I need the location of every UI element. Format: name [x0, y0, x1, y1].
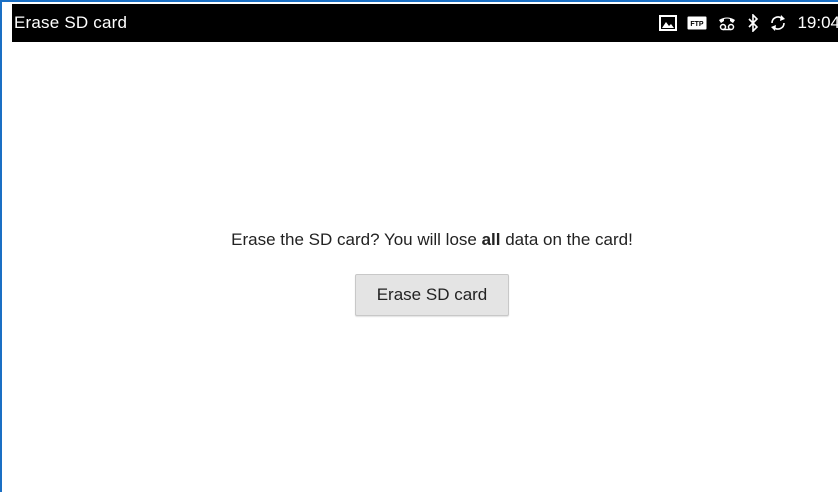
erase-warning-message: Erase the SD card? You will lose all dat… — [12, 230, 838, 250]
message-text-start: Erase the SD card? You will lose — [231, 230, 482, 249]
sync-icon — [769, 14, 787, 32]
button-row: Erase SD card — [12, 274, 838, 316]
bluetooth-icon — [747, 14, 759, 32]
svg-text:FTP: FTP — [691, 21, 705, 28]
left-gutter — [4, 4, 12, 494]
clock: 19:04 — [797, 13, 838, 32]
status-icons: FTP 19:04 — [659, 4, 838, 42]
voicemail-icon — [717, 14, 737, 32]
window-title: Erase SD card — [14, 13, 128, 32]
ftp-icon: FTP — [687, 14, 707, 32]
app-window: Erase SD card FTP 19:04 Erase the SD car… — [0, 0, 838, 494]
main-content: Erase the SD card? You will lose all dat… — [12, 42, 838, 494]
message-text-end: data on the card! — [500, 230, 633, 249]
message-emphasis: all — [481, 230, 501, 249]
picture-icon — [659, 14, 678, 32]
erase-sd-card-button[interactable]: Erase SD card — [355, 274, 509, 316]
status-bar: Erase SD card FTP 19:04 — [12, 4, 838, 42]
